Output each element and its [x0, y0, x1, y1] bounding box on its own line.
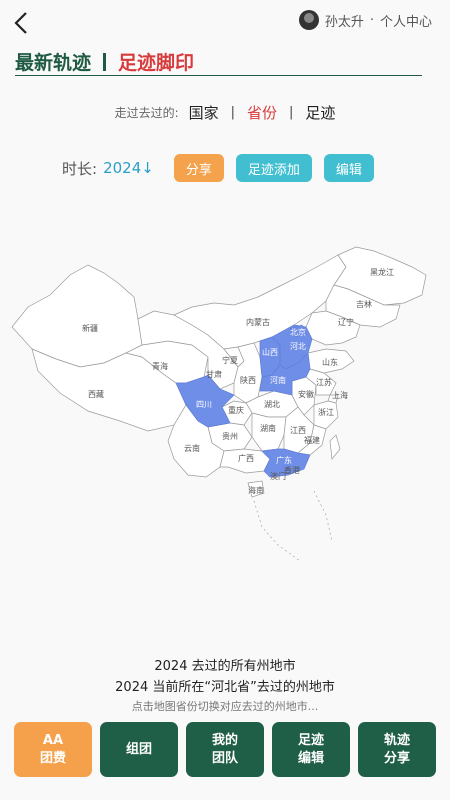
- label-qinghai: 青海: [152, 361, 168, 371]
- label-inner-mongolia: 内蒙古: [246, 317, 270, 327]
- page-title: 最新轨迹 足迹脚印: [15, 48, 194, 75]
- back-button[interactable]: [10, 10, 34, 36]
- label-jilin: 吉林: [356, 299, 372, 309]
- filter-label: 走过去过的:: [114, 106, 179, 120]
- filter-option-province[interactable]: 省份: [247, 102, 277, 123]
- user-name: 孙太升: [324, 14, 364, 30]
- label-sichuan: 四川: [196, 400, 212, 409]
- label-guizhou: 贵州: [222, 431, 238, 441]
- label-shaanxi: 陕西: [240, 375, 256, 385]
- province-xinjiang[interactable]: [11, 264, 143, 368]
- user-center-label: 个人中心: [379, 14, 432, 30]
- label-fujian: 福建: [304, 435, 320, 445]
- label-tibet: 西藏: [88, 389, 104, 399]
- label-xinjiang: 新疆: [82, 323, 98, 333]
- caption-current-province: 2024 当前所在“河北省”去过的州地市: [115, 680, 335, 695]
- filter-divider: |: [289, 105, 294, 120]
- add-footprint-button[interactable]: 足迹添加: [235, 154, 312, 182]
- sea-boundary-line: [253, 490, 333, 562]
- duration-label: 时长:: [62, 159, 98, 178]
- edit-button[interactable]: 编辑: [323, 154, 374, 182]
- label-anhui: 安徽: [298, 389, 314, 399]
- label-guangdong: 广东: [276, 455, 292, 465]
- edit-footprint-button[interactable]: 足迹 编辑: [272, 722, 350, 777]
- label-gansu: 甘肃: [206, 369, 222, 379]
- label-jiangsu: 江苏: [316, 377, 332, 387]
- bottom-action-bar: AA 团费 组团 我的 团队 足迹 编辑 轨迹 分享: [14, 722, 436, 777]
- label-yunnan: 云南: [184, 443, 200, 453]
- label-hunan: 湖南: [260, 423, 276, 433]
- label-ningxia: 宁夏: [222, 355, 238, 365]
- label-zhejiang: 浙江: [318, 407, 334, 417]
- filter-divider: |: [230, 105, 236, 120]
- year-selector[interactable]: 2024↓: [103, 159, 154, 177]
- label-liaoning: 辽宁: [338, 317, 354, 327]
- footprint-title[interactable]: 足迹脚印: [118, 48, 194, 75]
- label-hainan: 海南: [248, 485, 264, 495]
- label-jiangxi: 江西: [290, 426, 306, 435]
- filter-option-country[interactable]: 国家: [189, 102, 219, 123]
- my-team-button[interactable]: 我的 团队: [186, 722, 264, 777]
- label-henan: 河南: [270, 375, 286, 385]
- china-map[interactable]: 新疆 西藏 青海 甘肃 内蒙古 黑龙江 吉林 辽宁 北京 河北 山西 河南 山东…: [8, 245, 440, 575]
- latest-track-title[interactable]: 最新轨迹: [15, 48, 91, 75]
- share-track-button[interactable]: 轨迹 分享: [358, 722, 436, 777]
- label-hubei: 湖北: [264, 400, 280, 409]
- label-shanghai: 上海: [332, 390, 348, 400]
- label-guangxi: 广西: [238, 453, 254, 463]
- label-macau: 澳门: [270, 471, 286, 481]
- aa-fee-button[interactable]: AA 团费: [14, 722, 92, 777]
- title-divider: [103, 52, 107, 71]
- label-hongkong: 香港: [284, 465, 300, 475]
- separator-dot: ·: [369, 12, 374, 28]
- china-map-svg[interactable]: 新疆 西藏 青海 甘肃 内蒙古 黑龙江 吉林 辽宁 北京 河北 山西 河南 山东…: [8, 245, 440, 575]
- caption-all-visited: 2024 去过的所有州地市: [154, 659, 296, 674]
- title-underline: [15, 75, 422, 76]
- form-group-button[interactable]: 组团: [100, 722, 178, 777]
- label-chongqing: 重庆: [228, 405, 244, 415]
- share-button[interactable]: 分享: [173, 154, 224, 182]
- controls-row: 时长: 2024↓ 分享 足迹添加 编辑: [62, 154, 386, 182]
- label-shanxi: 山西: [262, 347, 278, 357]
- label-heilongjiang: 黑龙江: [370, 267, 394, 277]
- visited-filter: 走过去过的: 国家 | 省份 | 足迹: [0, 102, 450, 123]
- caption-hint: 点击地图省份切换对应去过的州地市...: [131, 700, 319, 713]
- filter-option-footprint[interactable]: 足迹: [305, 102, 335, 123]
- province-taiwan[interactable]: [329, 434, 341, 460]
- avatar: [298, 10, 319, 30]
- label-hebei: 河北: [290, 341, 306, 351]
- label-beijing: 北京: [290, 327, 306, 337]
- user-center-link[interactable]: 孙太升 · 个人中心: [298, 10, 432, 30]
- chevron-left-icon: [14, 12, 27, 34]
- label-shandong: 山东: [322, 357, 338, 367]
